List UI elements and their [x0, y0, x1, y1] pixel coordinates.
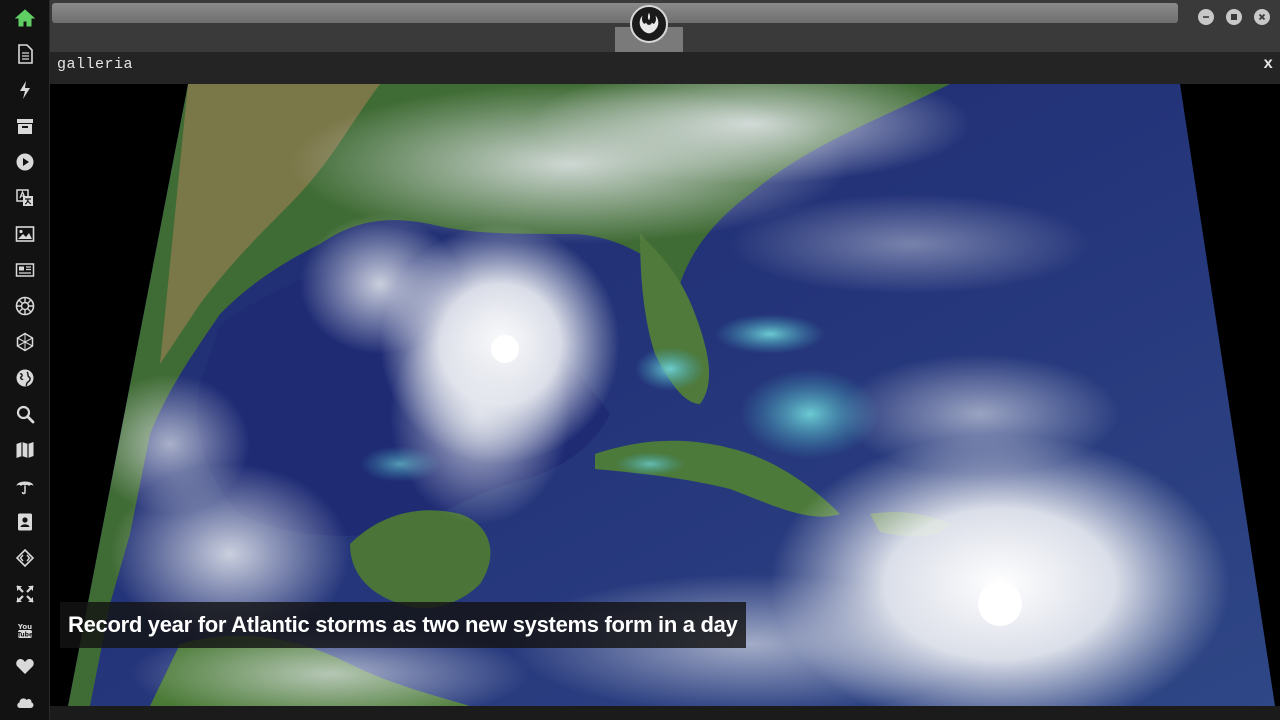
- play-icon[interactable]: [9, 146, 41, 178]
- home-icon[interactable]: [9, 2, 41, 34]
- window-close-button[interactable]: x: [1263, 55, 1273, 73]
- close-icon[interactable]: [1254, 9, 1270, 25]
- top-bar: [50, 0, 1280, 52]
- address-bar[interactable]: [52, 3, 1178, 23]
- youtube-icon[interactable]: You Tube: [9, 614, 41, 646]
- expand-icon[interactable]: [9, 578, 41, 610]
- contact-card-icon[interactable]: [9, 506, 41, 538]
- gallery-window-header: galleria x: [50, 52, 1280, 84]
- code-diamond-icon[interactable]: [9, 542, 41, 574]
- image-caption: Record year for Atlantic storms as two n…: [60, 602, 746, 648]
- umbrella-icon[interactable]: [9, 470, 41, 502]
- image-icon[interactable]: [9, 218, 41, 250]
- galactic-empire-icon[interactable]: [9, 290, 41, 322]
- translate-icon[interactable]: [9, 182, 41, 214]
- minimize-icon[interactable]: [1198, 9, 1214, 25]
- gallery-stage: Record year for Atlantic storms as two n…: [50, 84, 1280, 706]
- cloud-icon[interactable]: [9, 686, 41, 718]
- globe-icon[interactable]: [9, 362, 41, 394]
- hexagon-network-icon[interactable]: [9, 326, 41, 358]
- map-icon[interactable]: [9, 434, 41, 466]
- bottom-strip: [50, 706, 1280, 720]
- heart-icon[interactable]: [9, 650, 41, 682]
- sidebar: You Tube: [0, 0, 50, 720]
- rebel-alliance-logo-icon[interactable]: [630, 5, 668, 43]
- search-icon[interactable]: [9, 398, 41, 430]
- lightning-icon[interactable]: [9, 74, 41, 106]
- window-title: galleria: [57, 56, 134, 73]
- svg-text:You: You: [17, 623, 32, 631]
- document-icon[interactable]: [9, 38, 41, 70]
- newspaper-icon[interactable]: [9, 254, 41, 286]
- svg-text:Tube: Tube: [17, 632, 33, 639]
- maximize-icon[interactable]: [1226, 9, 1242, 25]
- archive-icon[interactable]: [9, 110, 41, 142]
